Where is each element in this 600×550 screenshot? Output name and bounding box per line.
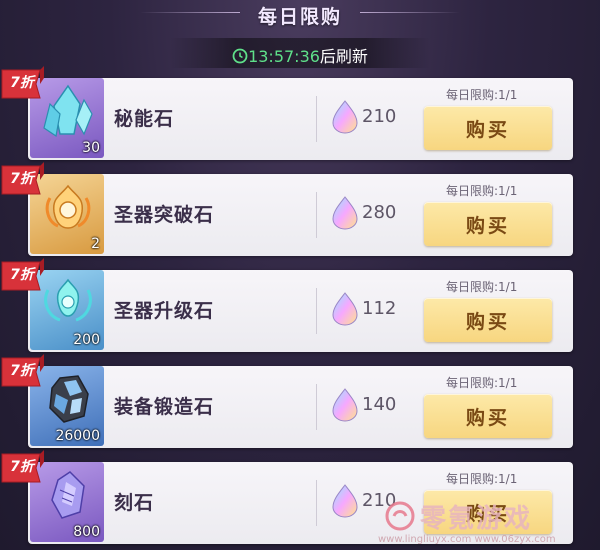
item-quantity: 2 (91, 236, 100, 252)
item-price: 210 (362, 106, 397, 127)
discount-badge: 7折 (0, 258, 44, 294)
divider (316, 384, 317, 430)
discount-badge: 7折 (0, 66, 44, 102)
purchase-limit: 每日限购:1/1 (446, 88, 518, 102)
item-quantity: 30 (82, 140, 100, 156)
divider (316, 480, 317, 526)
item-name: 圣器突破石 (114, 204, 215, 226)
purchase-limit: 每日限购:1/1 (446, 376, 518, 390)
discount-label: 7折 (10, 459, 34, 475)
ore-stone-icon (49, 375, 89, 423)
item-price: 280 (362, 202, 397, 223)
purchase-limit: 每日限购:1/1 (446, 184, 518, 198)
rainbow-gem-icon (332, 484, 358, 518)
purchase-limit: 每日限购:1/1 (446, 472, 518, 486)
rainbow-gem-icon (332, 100, 358, 134)
discount-badge: 7折 (0, 162, 44, 198)
buy-button[interactable]: 购买 (424, 394, 552, 438)
discount-badge: 7折 (0, 354, 44, 390)
discount-badge: 7折 (0, 450, 44, 486)
shop-item-row: 2 圣器突破石 280 每日限购:1/1 购买 (28, 174, 573, 256)
divider (316, 288, 317, 334)
shop-item-row: 30 秘能石 210 每日限购:1/1 购买 (28, 78, 573, 160)
item-price: 112 (362, 298, 397, 319)
item-quantity: 200 (73, 332, 100, 348)
item-name: 刻石 (114, 492, 155, 514)
item-name: 秘能石 (114, 108, 175, 130)
page-title: 每日限购 (257, 6, 342, 28)
rainbow-gem-icon (332, 292, 358, 326)
divider (316, 96, 317, 142)
rainbow-gem-icon (332, 196, 358, 230)
clock-icon (232, 48, 248, 68)
item-name: 装备锻造石 (114, 396, 215, 418)
flame-emblem-icon (45, 184, 91, 229)
item-name: 圣器升级石 (114, 300, 215, 322)
blue-crystal-icon (43, 84, 93, 138)
rainbow-gem-icon (332, 388, 358, 422)
shop-item-row: 200 圣器升级石 112 每日限购:1/1 购买 (28, 270, 573, 352)
countdown-suffix: 后刷新 (319, 47, 368, 66)
countdown-time: 13:57:36 (248, 47, 320, 66)
shop-item-row: 26000 装备锻造石 140 每日限购:1/1 购买 (28, 366, 573, 448)
buy-button[interactable]: 购买 (424, 202, 552, 246)
buy-button[interactable]: 购买 (424, 106, 552, 150)
divider (316, 192, 317, 238)
refresh-countdown: 13:57:36后刷新 (170, 38, 430, 68)
watermark-logo-icon (385, 501, 415, 531)
discount-label: 7折 (10, 75, 34, 91)
site-watermark: 零氪游戏 www.lingliuyx.com www.06zyx.com (378, 496, 600, 550)
discount-label: 7折 (10, 363, 34, 379)
discount-label: 7折 (10, 267, 34, 283)
item-quantity: 800 (73, 524, 100, 540)
watermark-text: 零氪游戏 (420, 504, 533, 534)
discount-label: 7折 (10, 171, 34, 187)
purple-crystal-icon (51, 471, 85, 519)
buy-button[interactable]: 购买 (424, 298, 552, 342)
item-price: 140 (362, 394, 397, 415)
shop-header: 每日限购 13:57:36后刷新 (0, 0, 600, 72)
aqua-emblem-icon (44, 278, 92, 322)
purchase-limit: 每日限购:1/1 (446, 280, 518, 294)
item-quantity: 26000 (55, 428, 100, 444)
watermark-url: www.lingliuyx.com www.06zyx.com (378, 534, 556, 545)
